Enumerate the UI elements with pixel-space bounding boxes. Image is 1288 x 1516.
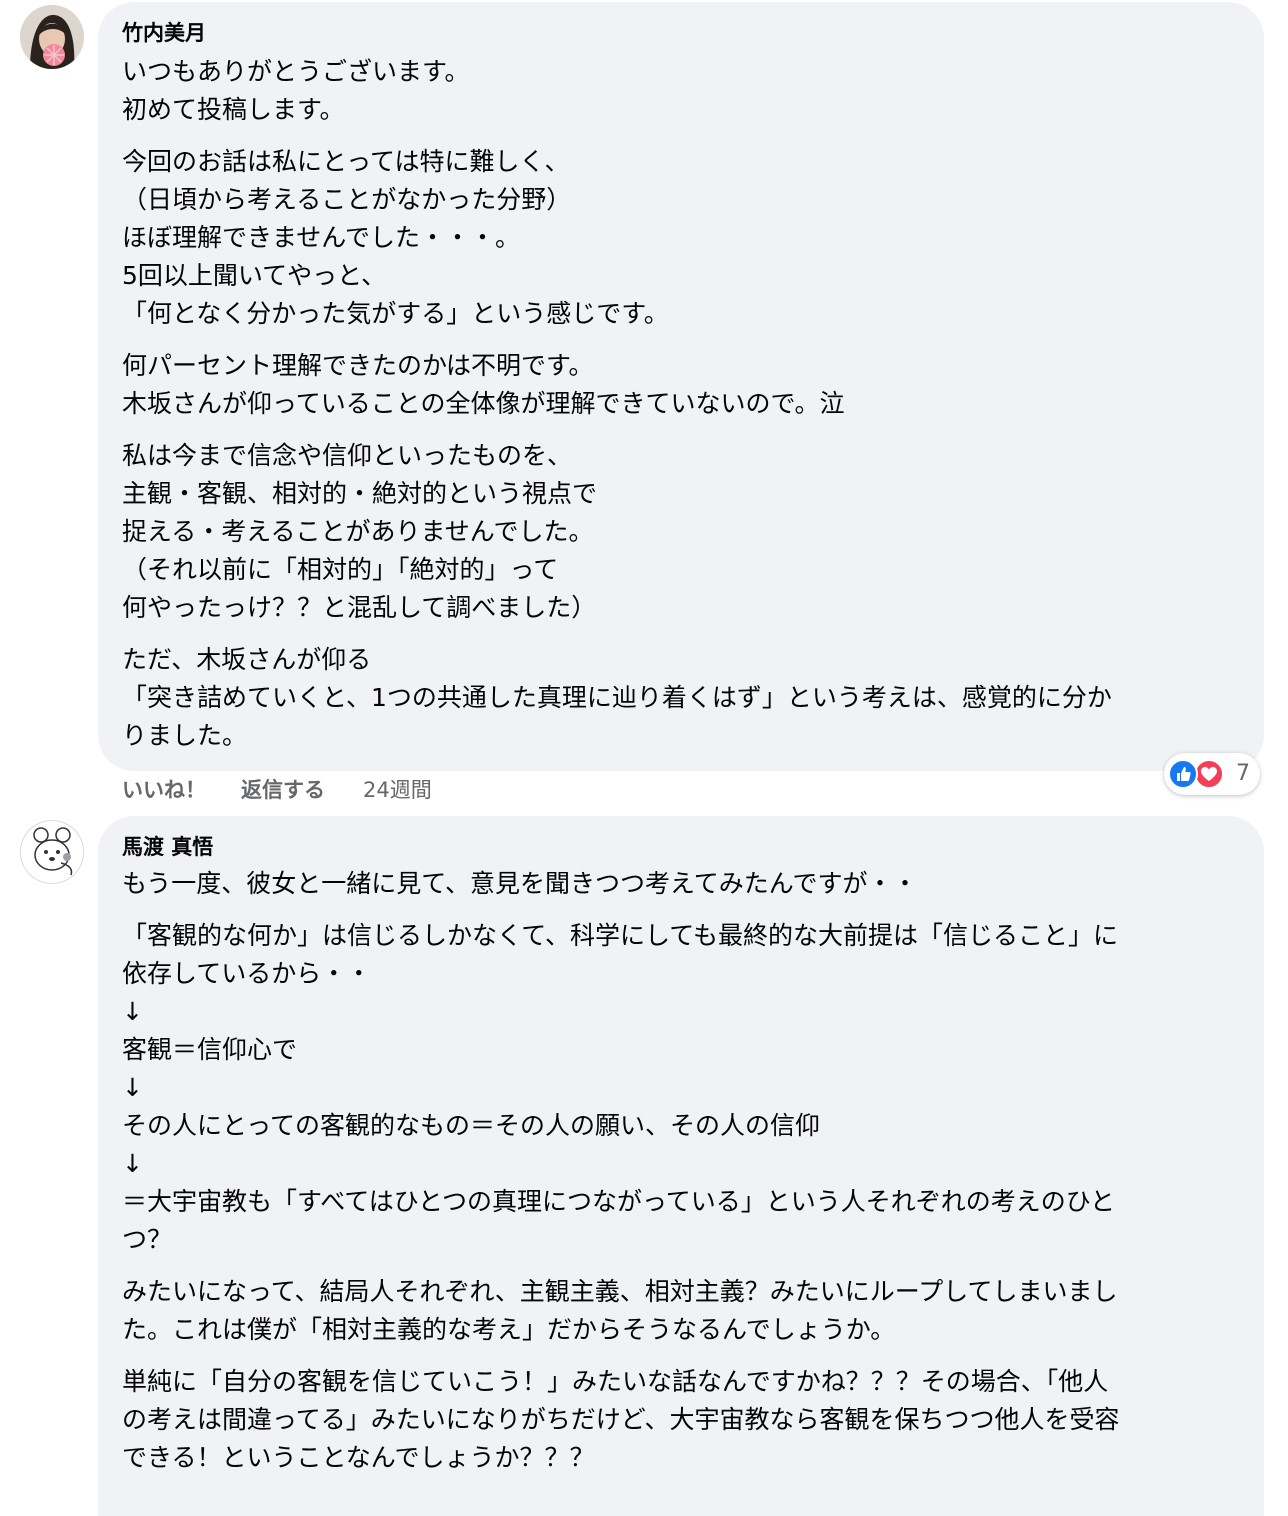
comment-line: ↓ <box>122 997 143 1026</box>
comment-line: （それ以前に「相対的」「絶対的」って <box>122 555 559 584</box>
comment-line: りました。 <box>122 721 248 750</box>
comment-paragraph: 今回のお話は私にとっては特に難しく、 （日頃から考えることがなかった分野） ほぼ… <box>122 143 1244 333</box>
comment-line: みたいになって、結局人それぞれ、主観主義、相対主義？みたいにループしてしまいまし <box>122 1277 1118 1306</box>
comment-line: ↓ <box>122 1073 143 1102</box>
comment-line: ↓ <box>122 1149 143 1178</box>
comment-line: 今回のお話は私にとっては特に難しく、 <box>122 147 570 176</box>
comment-paragraph: 私は今まで信念や信仰といったものを、 主観・客観、相対的・絶対的という視点で 捉… <box>122 437 1244 627</box>
comment-paragraph: 「客観的な何か」は信じるしかなくて、科学にしても最終的な大前提は「信じること」に… <box>122 917 1244 1259</box>
avatar-photo <box>20 5 84 69</box>
comment-line: もう一度、彼女と一緒に見て、意見を聞きつつ考えてみたんですが・・ <box>122 869 918 898</box>
avatar-illustration <box>21 821 83 883</box>
comment-paragraph: もう一度、彼女と一緒に見て、意見を聞きつつ考えてみたんですが・・ <box>122 865 1244 903</box>
comment-author[interactable]: 馬渡 真悟 <box>122 834 213 860</box>
comment-bubble: 竹内美月 いつもありがとうございます。 初めて投稿します。 今回のお話は私にとっ… <box>98 2 1264 771</box>
comment-line: ＝大宇宙教も「すべてはひとつの真理につながっている」という人それぞれの考えのひと <box>122 1187 1116 1216</box>
comment-line: 捉える・考えることがありませんでした。 <box>122 517 594 546</box>
comment-line: ほぼ理解できませんでした・・・。 <box>122 223 521 252</box>
comment-line: 何パーセント理解できたのかは不明です。 <box>122 351 594 380</box>
comment-line: 主観・客観、相対的・絶対的という視点で <box>122 479 598 508</box>
like-button[interactable]: いいね！ <box>122 774 206 806</box>
love-icon <box>1194 759 1224 789</box>
like-icon <box>1168 759 1198 789</box>
reply-button[interactable]: 返信する <box>241 774 325 806</box>
comment-line: 木坂さんが仰っていることの全体像が理解できていないので。泣 <box>122 389 845 418</box>
comment-line: 私は今まで信念や信仰といったものを、 <box>122 441 573 470</box>
comment-paragraph: ただ、木坂さんが仰る 「突き詰めていくと、1つの共通した真理に辿り着くはず」とい… <box>122 641 1244 755</box>
comment-body: いつもありがとうございます。 初めて投稿します。 今回のお話は私にとっては特に難… <box>122 53 1244 769</box>
comment-line: 初めて投稿します。 <box>122 95 345 124</box>
comment-line: 「突き詰めていくと、1つの共通した真理に辿り着くはず」という考えは、感覚的に分か <box>122 683 1112 712</box>
comment-line: 「客観的な何か」は信じるしかなくて、科学にしても最終的な大前提は「信じること」に <box>122 921 1119 950</box>
comment-line: た。これは僕が「相対主義的な考え」だからそうなるんでしょうか。 <box>122 1315 896 1344</box>
comment-line: 単純に「自分の客観を信じていこう！」みたいな話なんですかね？？？その場合、「他人 <box>122 1367 1109 1396</box>
comment-paragraph: みたいになって、結局人それぞれ、主観主義、相対主義？みたいにループしてしまいまし… <box>122 1273 1244 1349</box>
comment-line: 5回以上聞いてやっと、 <box>122 261 387 290</box>
comment-paragraph: いつもありがとうございます。 初めて投稿します。 <box>122 53 1244 129</box>
comment-line: つ？ <box>122 1225 173 1254</box>
comment-bubble: 馬渡 真悟 もう一度、彼女と一緒に見て、意見を聞きつつ考えてみたんですが・・ 「… <box>98 816 1264 1516</box>
comment-line: 何やったっけ？？と混乱して調べました） <box>122 593 597 622</box>
commenter-avatar[interactable] <box>20 5 84 69</box>
comment-line: ただ、木坂さんが仰る <box>122 645 372 674</box>
comment-line: の考えは間違ってる」みたいになりがちだけど、大宇宙教なら客観を保ちつつ他人を受容 <box>122 1405 1120 1434</box>
comment-body: もう一度、彼女と一緒に見て、意見を聞きつつ考えてみたんですが・・ 「客観的な何か… <box>122 865 1244 1491</box>
comment-paragraph: 何パーセント理解できたのかは不明です。 木坂さんが仰っていることの全体像が理解で… <box>122 347 1244 423</box>
comment-timestamp[interactable]: 24週間 <box>363 774 432 806</box>
comment-line: 依存しているから・・ <box>122 959 372 988</box>
reaction-count: 7 <box>1236 761 1250 786</box>
comment-paragraph: 単純に「自分の客観を信じていこう！」みたいな話なんですかね？？？その場合、「他人… <box>122 1363 1244 1477</box>
comment-line: できる！ということなんでしょうか？？？ <box>122 1443 595 1472</box>
comment-line: いつもありがとうございます。 <box>122 57 470 86</box>
comment-line: 「何となく分かった気がする」という感じです。 <box>122 299 669 328</box>
comment-line: （日頃から考えることがなかった分野） <box>122 185 572 214</box>
comment-line: その人にとっての客観的なもの＝その人の願い、その人の信仰 <box>122 1111 821 1140</box>
comment-line: 客観＝信仰心で <box>122 1035 298 1064</box>
comment-author[interactable]: 竹内美月 <box>122 20 206 46</box>
reaction-summary[interactable]: 7 <box>1164 753 1260 795</box>
commenter-avatar[interactable] <box>20 820 84 884</box>
